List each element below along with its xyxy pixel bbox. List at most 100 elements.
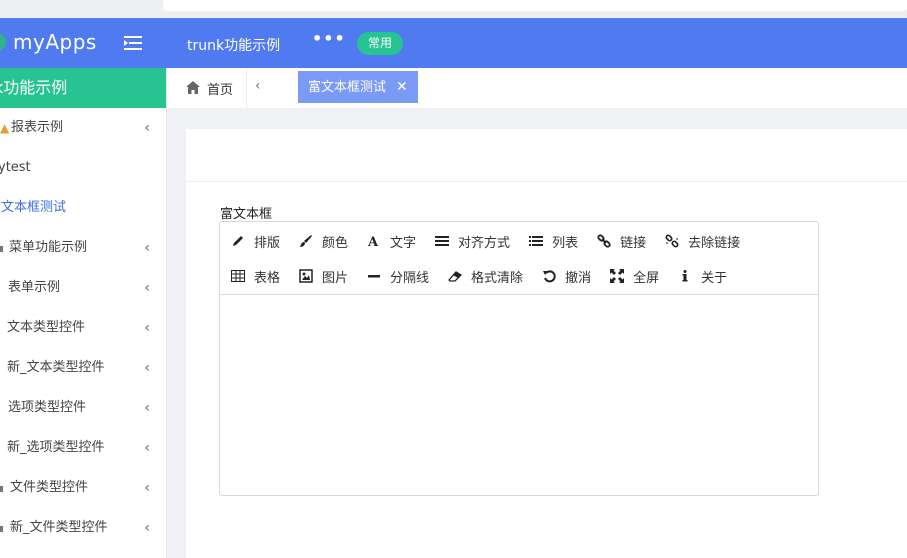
top-card <box>163 0 907 11</box>
toolbar-button-label: 对齐方式 <box>458 235 511 251</box>
content-card: 富文本框 排版 颜色 A 文字 对齐方式 列表 链接 去除链接 表格 图片 分隔线 格式清除 撤消 全屏… <box>186 129 907 558</box>
toolbar-button[interactable]: 颜色 <box>288 229 356 253</box>
brush-icon <box>299 234 322 248</box>
toolbar-button-label: 表格 <box>254 270 281 286</box>
toolbar-button-label: 去除链接 <box>688 235 741 251</box>
chevron-left-icon: ‹ <box>144 360 150 376</box>
field-label: 富文本框 <box>220 207 273 222</box>
sidebar-item-label: 选项类型控件 <box>8 400 87 415</box>
toolbar-button[interactable]: 链接 <box>586 229 654 253</box>
sidebar-item[interactable]: 新_文本类型控件 ‹ <box>0 348 166 388</box>
toolbar-button[interactable]: 全屏 <box>599 264 667 288</box>
tab-rich-text-label: 富文本框测试 <box>308 80 387 95</box>
top-strip <box>0 0 907 18</box>
sidebar-item-label: 新_文本类型控件 <box>7 360 105 375</box>
chevron-left-icon: ‹ <box>144 240 150 256</box>
divider <box>186 181 907 182</box>
menu-toggle-button[interactable] <box>122 35 144 51</box>
chevron-left-icon: ‹ <box>144 400 150 416</box>
sidebar-item[interactable]: ytest <box>0 148 166 188</box>
toolbar-row-2: 表格 图片 分隔线 格式清除 撤消 全屏 关于 <box>220 264 735 288</box>
info-icon <box>678 269 701 283</box>
rich-text-editor: 排版 颜色 A 文字 对齐方式 列表 链接 去除链接 表格 图片 分隔线 格式清除 撤消 全屏 关于 <box>219 221 819 496</box>
list-icon <box>529 234 552 248</box>
common-badge[interactable]: 常用 <box>357 32 404 55</box>
minus-icon <box>367 269 390 283</box>
tab-bar: 首页 ‹ 富文本框测试 ✕ <box>167 68 907 108</box>
table-icon <box>231 269 254 283</box>
align-icon <box>435 234 458 248</box>
sidebar-item-label: 新_选项类型控件 <box>7 440 105 455</box>
sidebar-item[interactable]: ▪ 新_文件类型控件 ‹ <box>0 508 166 548</box>
close-icon[interactable]: ✕ <box>396 79 408 95</box>
brand-name: myApps <box>13 30 97 54</box>
sidebar-item[interactable]: ▪ 文件类型控件 ‹ <box>0 468 166 508</box>
toolbar-button[interactable]: 撤消 <box>531 264 599 288</box>
sidebar-item[interactable]: ▪ 菜单功能示例 ‹ <box>0 228 166 268</box>
tab-prev-icon[interactable]: ‹ <box>255 78 261 94</box>
toolbar-button-label: 格式清除 <box>471 270 524 286</box>
link-icon <box>597 234 620 248</box>
toolbar-button[interactable]: 列表 <box>518 229 586 253</box>
toolbar-row-1: 排版 颜色 A 文字 对齐方式 列表 链接 去除链接 <box>220 229 748 253</box>
home-icon <box>186 81 200 94</box>
sidebar-item[interactable]: 文本类型控件 ‹ <box>0 308 166 348</box>
toolbar-button[interactable]: 关于 <box>667 264 735 288</box>
font-icon: A <box>367 234 390 248</box>
sidebar: k功能示例 ▲报表示例 ‹ ytest 文本框测试 ▪菜单功能示例‹表单示例‹文本类型控… <box>0 68 167 558</box>
sidebar-item[interactable]: ▲ 报表示例 ‹ <box>0 108 166 148</box>
image-icon <box>299 269 322 283</box>
eraser-icon <box>448 269 471 283</box>
chevron-left-icon: ‹ <box>144 120 150 136</box>
sidebar-item-label: 文件类型控件 <box>10 480 89 495</box>
fullscreen-icon <box>610 269 633 283</box>
menu-fold-icon <box>124 36 142 50</box>
menu-item-icon: ▪ <box>0 508 4 548</box>
sidebar-list: ▲报表示例‹ytest文本框测试▪菜单功能示例‹表单示例‹文本类型控件‹新_文本… <box>0 108 166 548</box>
toolbar-button-label: 关于 <box>701 270 728 286</box>
sidebar-item[interactable]: 文本框测试 <box>0 188 166 228</box>
toolbar-button[interactable]: 对齐方式 <box>424 229 518 253</box>
unlink-icon <box>665 234 688 248</box>
toolbar-button-label: 链接 <box>620 235 647 251</box>
svg-text:A: A <box>367 235 379 248</box>
toolbar-button-label: 颜色 <box>322 235 349 251</box>
sidebar-heading[interactable]: k功能示例 <box>0 68 166 108</box>
toolbar-button-label: 撤消 <box>565 270 592 286</box>
chevron-left-icon: ‹ <box>144 320 150 336</box>
toolbar-button[interactable]: A 文字 <box>356 229 424 253</box>
toolbar-button[interactable]: 表格 <box>220 264 288 288</box>
menu-item-icon: ▪ <box>0 468 4 508</box>
tab-rich-text-test[interactable]: 富文本框测试 ✕ <box>298 71 418 103</box>
sidebar-item-label: 报表示例 <box>11 120 64 135</box>
pencil-icon <box>231 234 254 248</box>
sidebar-item-label: 文本框测试 <box>1 200 67 215</box>
toolbar-button[interactable]: 分隔线 <box>356 264 437 288</box>
editor-toolbar: 排版 颜色 A 文字 对齐方式 列表 链接 去除链接 表格 图片 分隔线 格式清除 撤消 全屏 关于 <box>220 222 818 295</box>
toolbar-button-label: 排版 <box>254 235 281 251</box>
toolbar-button-label: 分隔线 <box>390 270 430 286</box>
toolbar-button[interactable]: 图片 <box>288 264 356 288</box>
toolbar-button[interactable]: 排版 <box>220 229 288 253</box>
tab-home[interactable]: 首页 <box>167 68 247 108</box>
logo-icon <box>0 33 6 51</box>
more-icon[interactable]: ••• <box>312 29 346 48</box>
sidebar-item[interactable]: 新_选项类型控件 ‹ <box>0 428 166 468</box>
sidebar-item-label: ytest <box>0 160 31 175</box>
toolbar-button-label: 全屏 <box>633 270 660 286</box>
app-title[interactable]: trunk功能示例 <box>187 35 280 55</box>
undo-icon <box>542 269 565 283</box>
editor-content-area[interactable] <box>220 296 818 495</box>
tab-home-label: 首页 <box>207 83 234 98</box>
app-header: myApps trunk功能示例 ••• 常用 <box>0 18 907 68</box>
chevron-left-icon: ‹ <box>144 520 150 536</box>
sidebar-item[interactable]: 表单示例 ‹ <box>0 268 166 308</box>
menu-item-icon: ▲ <box>0 121 10 135</box>
toolbar-button[interactable]: 去除链接 <box>654 229 748 253</box>
sidebar-item[interactable]: 选项类型控件 ‹ <box>0 388 166 428</box>
toolbar-button-label: 图片 <box>322 270 349 286</box>
toolbar-button-label: 文字 <box>390 235 417 251</box>
menu-item-icon: ▪ <box>0 228 4 268</box>
chevron-left-icon: ‹ <box>144 480 150 496</box>
toolbar-button[interactable]: 格式清除 <box>437 264 531 288</box>
